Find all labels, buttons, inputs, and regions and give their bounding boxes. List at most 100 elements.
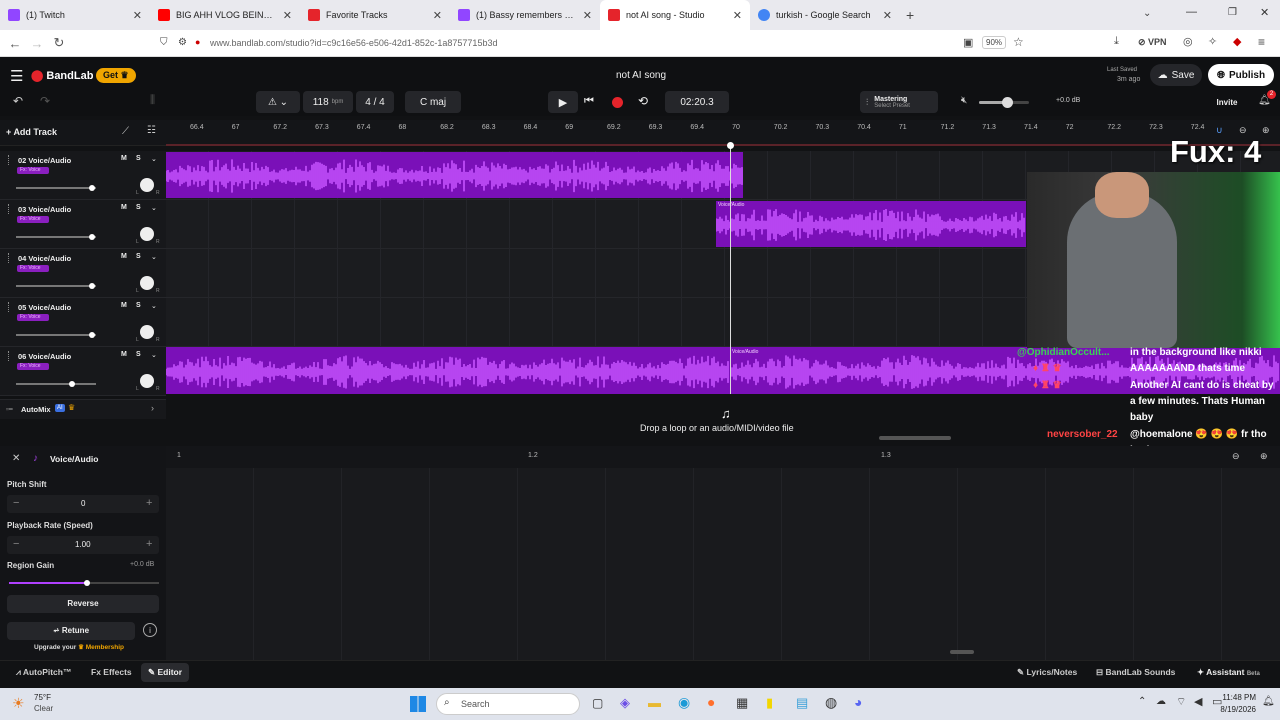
reverse-button[interactable]: Reverse — [7, 595, 159, 613]
account-icon[interactable]: ◎ — [1183, 35, 1193, 48]
master-volume-knob[interactable] — [1001, 97, 1013, 108]
zoom-out-icon[interactable]: ⊖ — [1232, 451, 1240, 462]
pitch-stepper[interactable]: − 0 + — [7, 495, 159, 513]
volume-knob[interactable] — [89, 332, 95, 338]
mixer-icon[interactable]: ⫼ — [150, 94, 155, 107]
editor-scrollbar[interactable] — [950, 650, 974, 654]
effects-tab[interactable]: Fx Effects — [91, 667, 132, 677]
pan-knob[interactable] — [140, 178, 154, 192]
clock-date[interactable]: 8/19/2026 — [1210, 705, 1256, 714]
taskbar-search[interactable]: ⌕ Search — [436, 693, 580, 715]
pan-knob[interactable] — [140, 276, 154, 290]
audio-region[interactable]: Voice/Audio — [716, 201, 1026, 247]
mute-button[interactable]: M — [121, 204, 127, 211]
chevron-right-icon[interactable]: › — [151, 403, 154, 413]
wand-icon[interactable]: ⟋ — [122, 126, 129, 137]
obs-icon[interactable]: ◍ — [825, 694, 837, 711]
autopitch-tab[interactable]: ⩘ AutoPitch™ — [16, 667, 71, 678]
pan-knob[interactable] — [140, 325, 154, 339]
chevron-down-icon[interactable]: ⌄ — [151, 302, 157, 310]
store-icon[interactable]: ▦ — [736, 695, 748, 711]
mute-button[interactable]: M — [121, 253, 127, 260]
redo-icon[interactable]: ↷ — [40, 94, 50, 108]
extension-badge-icon[interactable]: ◆ — [1233, 35, 1241, 48]
firefox-icon[interactable]: ● — [707, 694, 715, 710]
project-title[interactable]: not AI song — [616, 70, 666, 81]
maximize-icon[interactable]: ❐ — [1228, 7, 1237, 18]
track-volume-slider[interactable] — [16, 332, 96, 338]
volume-knob[interactable] — [69, 381, 75, 387]
track-name[interactable]: 04 Voice/Audio — [18, 254, 71, 263]
audio-region[interactable] — [166, 348, 730, 394]
pan-knob[interactable] — [140, 374, 154, 388]
wifi-icon[interactable]: ⌔ — [1176, 695, 1186, 709]
automix-row[interactable]: ⩴ AutoMix AI ♛ › — [0, 399, 166, 419]
drag-handle-icon[interactable] — [8, 351, 10, 361]
pan-knob[interactable] — [140, 227, 154, 241]
clock-time[interactable]: 11:48 PM — [1216, 693, 1256, 702]
volume-knob[interactable] — [89, 283, 95, 289]
download-icon[interactable]: ⤓ — [1114, 35, 1119, 48]
hamburger-menu-icon[interactable]: ☰ — [10, 67, 23, 85]
volume-knob[interactable] — [89, 234, 95, 240]
weather-icon[interactable]: ☀ — [12, 695, 25, 712]
browser-tab[interactable]: turkish - Google Search ✕ — [750, 0, 900, 30]
back-icon[interactable]: ← — [4, 36, 26, 51]
close-tab-icon[interactable]: ✕ — [583, 9, 592, 22]
close-editor-icon[interactable]: ✕ — [12, 453, 20, 464]
reader-icon[interactable]: ▣ — [963, 36, 973, 49]
skip-to-start-icon[interactable]: ⏮ — [584, 95, 594, 108]
new-tab-icon[interactable]: + — [906, 7, 914, 23]
forward-icon[interactable]: → — [26, 36, 48, 51]
url-text[interactable]: www.bandlab.com/studio?id=c9c16e56-e506-… — [210, 38, 497, 48]
browser-tab[interactable]: (1) Bassy remembers he has a y ✕ — [450, 0, 600, 30]
publish-button[interactable]: 🌐︎ Publish — [1208, 64, 1274, 86]
close-tab-icon[interactable]: ✕ — [283, 9, 292, 22]
solo-button[interactable]: S — [136, 155, 141, 162]
browser-tab-active[interactable]: not AI song - Studio ✕ — [600, 0, 750, 30]
reload-icon[interactable]: ↻ — [48, 35, 70, 51]
track-fx-badge[interactable]: Fx: Voice — [17, 216, 49, 223]
cloud-tray-icon[interactable]: ☁ — [1156, 696, 1166, 707]
chevron-down-icon[interactable]: ⌄ — [151, 253, 157, 261]
solo-button[interactable]: S — [136, 302, 141, 309]
master-volume-slider[interactable] — [979, 97, 1029, 108]
track-name[interactable]: 02 Voice/Audio — [18, 156, 71, 165]
minus-icon[interactable]: − — [13, 497, 19, 509]
save-button[interactable]: ☁ Save — [1150, 64, 1202, 86]
notepad-icon[interactable]: ▤ — [796, 695, 808, 711]
chevron-down-icon[interactable]: ⌄ — [151, 204, 157, 212]
key-field[interactable]: C maj — [405, 91, 461, 113]
loop-icon[interactable]: ⟲ — [638, 94, 648, 108]
time-signature-field[interactable]: 4 / 4 — [356, 91, 394, 113]
track-header[interactable]: 03 Voice/Audio Fx: Voice M S ⌄ L R — [0, 200, 166, 249]
track-name[interactable]: 03 Voice/Audio — [18, 205, 71, 214]
close-window-icon[interactable]: ✕ — [1260, 6, 1269, 19]
solo-button[interactable]: S — [136, 253, 141, 260]
horizontal-scrollbar[interactable] — [879, 436, 951, 440]
browser-tab[interactable]: Favorite Tracks ✕ — [300, 0, 450, 30]
metronome-button[interactable]: ⚠︎ ⌄ — [256, 91, 300, 113]
get-button[interactable]: Get ♛ — [96, 68, 136, 83]
taskview-icon[interactable]: ▢ — [592, 696, 603, 710]
drag-handle-icon[interactable] — [8, 302, 10, 312]
drag-handle-icon[interactable] — [8, 204, 10, 214]
assistant-tab[interactable]: ✦ Assistant Beta — [1197, 667, 1260, 678]
vpn-button[interactable]: ⊘ VPN — [1138, 37, 1167, 48]
editor-tab[interactable]: ✎ Editor — [141, 663, 190, 682]
drag-handle-icon[interactable] — [8, 253, 10, 263]
windows-start-icon[interactable] — [410, 696, 426, 712]
add-track-button[interactable]: + Add Track — [6, 127, 57, 137]
plus-icon[interactable]: + — [146, 497, 152, 509]
sticky-notes-icon[interactable]: ▮ — [766, 695, 773, 711]
track-settings-icon[interactable]: ☷ — [147, 125, 156, 136]
retune-button[interactable]: ⩫ Retune — [7, 622, 135, 640]
file-explorer-icon[interactable]: ▬ — [648, 695, 661, 710]
tab-list-icon[interactable]: ⌄ — [1143, 8, 1151, 19]
info-icon[interactable]: i — [143, 623, 157, 637]
close-tab-icon[interactable]: ✕ — [133, 9, 142, 22]
timeline-ruler[interactable]: 66.4 67 67.2 67.3 67.4 68 68.2 68.3 68.4 69 69.2 69… — [166, 120, 1280, 146]
close-tab-icon[interactable]: ✕ — [733, 9, 742, 22]
track-fx-badge[interactable]: Fx: Voice — [17, 314, 49, 321]
upgrade-text[interactable]: Upgrade your ♛ Membership — [34, 643, 124, 651]
